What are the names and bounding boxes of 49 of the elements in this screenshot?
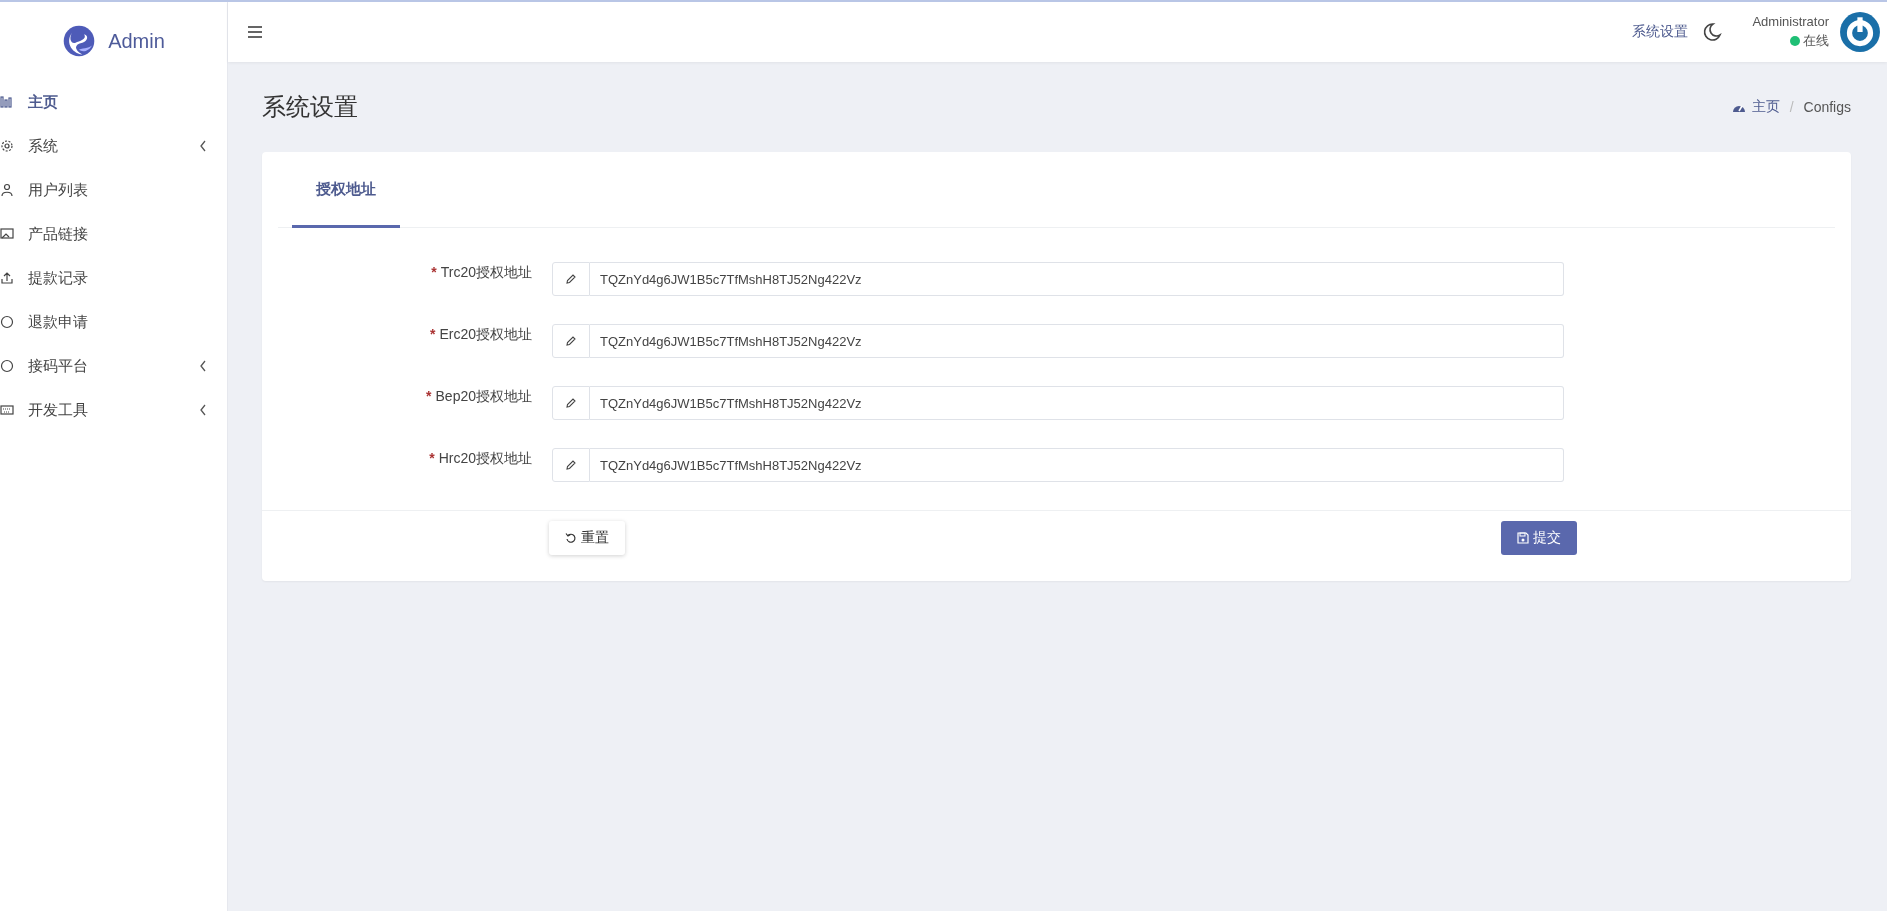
breadcrumb-link[interactable]: Configs (1803, 99, 1851, 115)
sidebar-item[interactable]: 提款记录 (0, 256, 227, 300)
field-label: Erc20授权地址 (439, 326, 532, 344)
page-title: 系统设置 (262, 92, 359, 122)
required-mark: * (431, 264, 437, 282)
required-mark: * (429, 450, 435, 468)
required-mark: * (429, 326, 436, 344)
field-label: Trc20授权地址 (440, 264, 532, 282)
pencil-icon (565, 273, 577, 285)
picture-icon (0, 227, 14, 241)
bar-chart-icon (0, 95, 14, 109)
upload-icon (0, 271, 14, 285)
sidebar-item[interactable]: 用户列表 (0, 168, 227, 212)
required-mark: * (426, 388, 432, 406)
tab[interactable]: 授权地址 (292, 152, 400, 228)
logo-icon (62, 24, 97, 58)
input-field[interactable]: TQZnYd4g6JW1B5c7TfMshH8TJ52Ng422Vz (590, 386, 1564, 420)
undo-icon (565, 532, 577, 544)
avatar-icon[interactable] (1839, 11, 1881, 53)
sidebar-item[interactable]: 系统 (0, 124, 227, 168)
sidebar-item[interactable]: 退款申请 (0, 300, 227, 344)
sidebar-item[interactable]: 主页 (0, 80, 227, 124)
moon-icon[interactable] (1702, 22, 1723, 42)
field-label: Hrc20授权地址 (438, 450, 532, 468)
sidebar-item[interactable]: 开发工具 (0, 388, 227, 432)
input-field[interactable]: TQZnYd4g6JW1B5c7TfMshH8TJ52Ng422Vz (590, 448, 1564, 482)
reset-button[interactable]: 重置 (549, 521, 625, 555)
settings-link[interactable]: 系统设置 (1632, 23, 1689, 41)
brand-name: Admin (108, 29, 165, 53)
settings-icon (0, 139, 14, 153)
input-field[interactable]: TQZnYd4g6JW1B5c7TfMshH8TJ52Ng422Vz (590, 262, 1564, 296)
sidebar-item[interactable]: 产品链接 (0, 212, 227, 256)
user-name: Administrator (1752, 14, 1829, 29)
submit-button[interactable]: 提交 (1501, 521, 1577, 555)
keyboard-icon (0, 403, 14, 417)
breadcrumb-link[interactable]: 主页 (1751, 98, 1780, 116)
save-icon (1517, 532, 1529, 544)
circle-icon (0, 315, 14, 329)
pencil-icon (565, 335, 577, 347)
input-field[interactable]: TQZnYd4g6JW1B5c7TfMshH8TJ52Ng422Vz (590, 324, 1564, 358)
breadcrumb-separator: / (1789, 99, 1794, 115)
pencil-icon (565, 459, 577, 471)
sidebar-item[interactable]: 接码平台 (0, 344, 227, 388)
field-label: Bep20授权地址 (435, 388, 532, 406)
circle-icon (0, 359, 14, 373)
pencil-icon (565, 397, 577, 409)
status-text: 在线 (1803, 32, 1829, 50)
menu-icon[interactable] (248, 26, 262, 38)
user-icon (0, 183, 14, 197)
